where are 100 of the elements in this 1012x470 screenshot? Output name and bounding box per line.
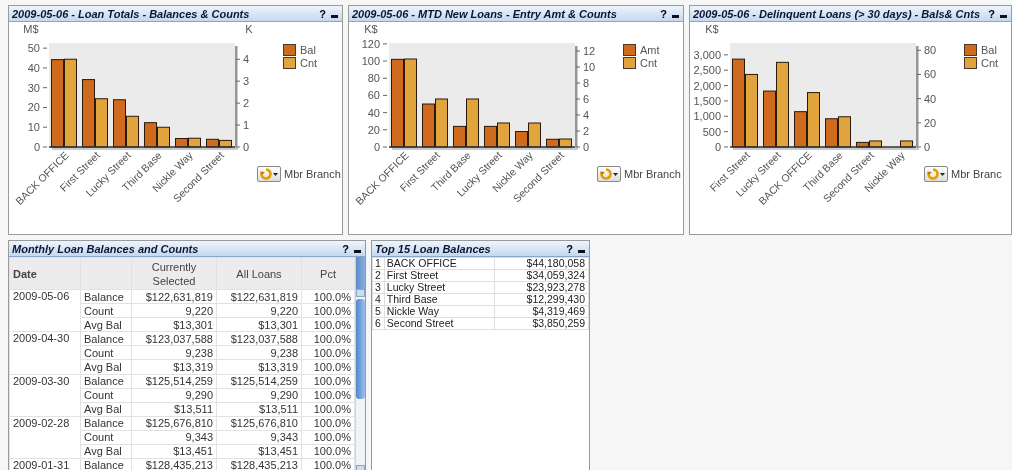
table-cell: 100.0% (301, 317, 355, 332)
tick-label: 100 (361, 55, 380, 68)
help-button[interactable]: ? (566, 242, 573, 255)
tick-label: 1,500 (693, 94, 721, 107)
tick-label: 80 (924, 44, 937, 57)
tick-label: 40 (367, 106, 380, 119)
tick-label: 3,000 (693, 48, 721, 61)
bar (95, 98, 108, 148)
column-header[interactable]: Currently Selected (131, 257, 217, 290)
table-cell: Third Base (384, 293, 495, 306)
help-button[interactable]: ? (988, 7, 995, 20)
table-cell: Count (80, 430, 132, 445)
panel-title: Monthly Loan Balances and Counts (12, 242, 200, 255)
bar (82, 79, 95, 148)
table-cell: $123,037,588 (216, 331, 302, 346)
tick-label: 0 (373, 141, 380, 153)
table-cell: $13,301 (131, 317, 217, 332)
table-cell: 100.0% (301, 289, 355, 304)
caret-icon (273, 172, 278, 176)
table-cell: $13,511 (216, 402, 302, 417)
table-cell: Balance (80, 416, 132, 431)
tick-label: 2 (243, 97, 250, 110)
axis-title: K$ (705, 23, 719, 35)
table-cell: 100.0% (301, 331, 355, 346)
table-cell: $44,180,058 (494, 257, 589, 270)
tick-label: 8 (583, 77, 590, 89)
cycle-button[interactable] (924, 166, 948, 182)
bar (546, 138, 559, 148)
tick-label: 12 (583, 45, 596, 57)
tick-label: 20 (27, 101, 40, 114)
table-cell: $125,514,259 (216, 374, 302, 389)
cycle-group-label: Mbr Branc (951, 168, 1002, 180)
table-cell: 9,290 (131, 388, 217, 403)
table-cell: $13,451 (216, 444, 302, 459)
axis-title: K (245, 23, 253, 35)
table-cell: 100.0% (301, 303, 355, 318)
table-cell: $122,631,819 (216, 289, 302, 304)
table-cell: 6 (372, 317, 385, 330)
table-cell: 9,238 (131, 345, 217, 360)
table-cell: $13,319 (131, 359, 217, 374)
tick-label: 4 (243, 53, 250, 66)
tick-label: 1,000 (693, 110, 721, 123)
table-cell: Avg Bal (80, 444, 132, 459)
cycle-button[interactable] (257, 166, 281, 182)
cycle-icon (260, 168, 272, 180)
table-cell: First Street (384, 269, 495, 282)
bar (435, 98, 448, 148)
table-cell: 100.0% (301, 444, 355, 459)
table-cell: 9,220 (216, 303, 302, 318)
tick-label: 0 (583, 141, 590, 153)
legend-label: Cnt (640, 56, 658, 69)
bar (559, 138, 572, 148)
help-button[interactable]: ? (319, 7, 326, 20)
table-cell: 2009-05-06 (9, 289, 81, 332)
table-cell: 2009-04-30 (9, 331, 81, 374)
cycle-button[interactable] (597, 166, 621, 182)
bar (219, 139, 232, 148)
column-header[interactable]: All Loans (216, 257, 302, 290)
table-cell: 2009-03-30 (9, 374, 81, 417)
cycle-icon (927, 168, 939, 180)
bar (157, 126, 170, 148)
table-cell: Balance (80, 331, 132, 346)
axis-title: K$ (364, 23, 378, 35)
tick-label: 2,500 (693, 64, 721, 77)
tick-label: 120 (361, 37, 380, 50)
bar (144, 122, 157, 148)
table-cell: $122,631,819 (131, 289, 217, 304)
tick-label: 3 (243, 75, 250, 88)
axis-title: M$ (23, 23, 39, 35)
help-button[interactable]: ? (342, 242, 349, 255)
tick-label: 0 (924, 141, 931, 153)
table-cell: 2 (372, 269, 385, 282)
table-cell: $4,319,469 (494, 305, 589, 318)
bar (497, 122, 510, 148)
table-cell: $23,923,278 (494, 281, 589, 294)
table-cell: 4 (372, 293, 385, 306)
table-cell: Nickle Way (384, 305, 495, 318)
tick-label: 2 (583, 125, 590, 137)
column-header[interactable]: Date (9, 257, 81, 290)
tick-label: 10 (27, 121, 40, 134)
table-cell: 9,290 (216, 388, 302, 403)
bar (188, 137, 201, 148)
tick-label: 2,000 (693, 79, 721, 92)
tick-label: 6 (583, 93, 590, 105)
legend-label: Cnt (300, 56, 318, 69)
tick-label: 10 (583, 61, 596, 73)
help-button[interactable]: ? (660, 7, 667, 20)
bar (206, 138, 219, 148)
tick-label: 40 (27, 61, 40, 74)
scrollbar[interactable] (355, 257, 365, 470)
tick-label: 30 (27, 81, 40, 94)
panel-title: 2009-05-06 - Delinquent Loans (> 30 days) - Bals& Cnts (693, 7, 981, 20)
table-cell: 100.0% (301, 430, 355, 445)
caret-icon (613, 172, 618, 176)
tick-label: 0 (33, 141, 40, 153)
table-cell: Avg Bal (80, 359, 132, 374)
column-header[interactable]: Pct (301, 257, 355, 290)
table-cell: 2009-02-28 (9, 416, 81, 459)
tick-label: 0 (243, 141, 250, 153)
bar (422, 103, 435, 148)
